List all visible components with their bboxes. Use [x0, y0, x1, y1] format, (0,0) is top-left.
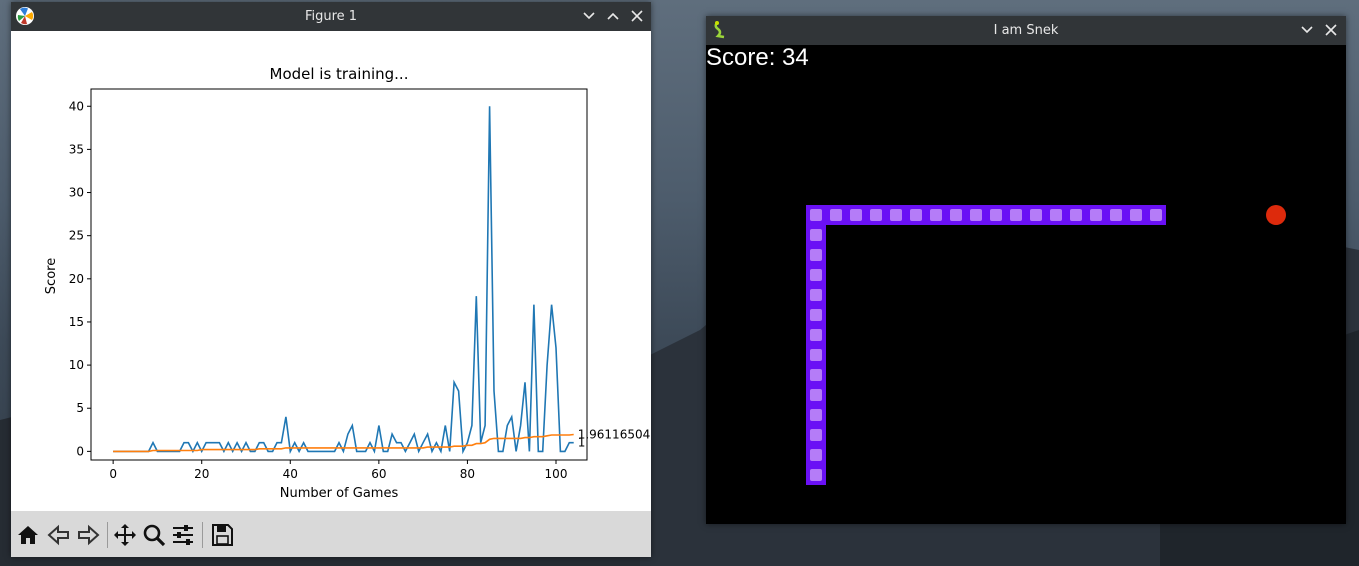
zoom-icon[interactable] [141, 522, 167, 548]
y-tick-label: 15 [69, 315, 84, 329]
snake-segment [886, 205, 906, 225]
plot-frame [90, 88, 588, 461]
save-icon[interactable] [209, 522, 235, 548]
snake-segment [966, 205, 986, 225]
score-line [113, 106, 574, 455]
score-chart: Model is training... Number of Games Sco… [44, 65, 658, 501]
minimize-icon[interactable] [580, 7, 598, 25]
x-tick-label: 100 [545, 467, 568, 481]
snake-segment [1146, 205, 1166, 225]
configure-subplots-icon[interactable] [170, 522, 196, 548]
y-tick-label: 5 [76, 401, 84, 415]
snake-segment [1026, 205, 1046, 225]
close-icon[interactable] [628, 7, 646, 25]
snake-segment [1106, 205, 1126, 225]
pan-icon[interactable] [112, 522, 138, 548]
snake-segment [806, 425, 826, 445]
snake-segment [906, 205, 926, 225]
snake-segment [806, 345, 826, 365]
snake-segment [866, 205, 886, 225]
x-tick-label: 60 [371, 467, 386, 481]
snake-segment [846, 205, 866, 225]
food-apple [1266, 205, 1286, 225]
toolbar-separator [202, 522, 203, 548]
snake-segment [806, 385, 826, 405]
snake-segment [926, 205, 946, 225]
snake-segment [806, 245, 826, 265]
y-tick-label: 0 [76, 444, 84, 458]
navigation-toolbar [11, 511, 651, 557]
minimize-icon[interactable] [1298, 21, 1316, 39]
snake-segment [1086, 205, 1106, 225]
snake-segment [1066, 205, 1086, 225]
plot-area[interactable]: Model is training... Number of Games Sco… [11, 31, 658, 511]
snake-segment [806, 265, 826, 285]
snek-window: I am Snek Score: 34 [706, 16, 1346, 524]
maximize-icon[interactable] [604, 7, 622, 25]
snake-segment [806, 465, 826, 485]
y-tick-label: 35 [69, 142, 84, 156]
figure-window-title: Figure 1 [304, 9, 358, 24]
y-tick-label: 20 [69, 272, 84, 286]
chart-title: Model is training... [270, 65, 409, 83]
x-tick-label: 20 [194, 467, 209, 481]
figure-titlebar[interactable]: Figure 1 [11, 2, 651, 31]
snake-segment [806, 305, 826, 325]
snake-segment [806, 405, 826, 425]
y-axis-label: Score [44, 258, 59, 294]
snake-segment [806, 205, 826, 225]
snake-segment [1006, 205, 1026, 225]
y-tick-label: 30 [69, 186, 84, 200]
x-tick-label: 40 [283, 467, 298, 481]
figure-window: Figure 1 Model is training... Number of … [11, 2, 658, 557]
score-label: Score: 34 [706, 45, 809, 71]
toolbar-separator [107, 522, 108, 548]
x-axis-label: Number of Games [280, 486, 399, 501]
snake-segment [1126, 205, 1146, 225]
snake-segment [806, 325, 826, 345]
data-annotation: 1 [578, 436, 586, 450]
snake-segment [806, 225, 826, 245]
home-icon[interactable] [15, 522, 41, 548]
snake-segment [806, 445, 826, 465]
y-tick-label: 25 [69, 229, 84, 243]
y-tick-label: 10 [69, 358, 84, 372]
back-icon[interactable] [46, 522, 72, 548]
snake-segment [806, 285, 826, 305]
close-icon[interactable] [1322, 21, 1340, 39]
x-tick-label: 80 [460, 467, 475, 481]
forward-icon[interactable] [75, 522, 101, 548]
snake-segment [806, 365, 826, 385]
game-canvas[interactable]: Score: 34 [706, 45, 1346, 524]
snake-segment [1046, 205, 1066, 225]
snake-segment [826, 205, 846, 225]
snek-window-title: I am Snek [993, 23, 1059, 38]
x-tick-label: 0 [109, 467, 117, 481]
snake-segment [986, 205, 1006, 225]
snek-titlebar[interactable]: I am Snek [706, 16, 1346, 45]
snake-segment [946, 205, 966, 225]
y-tick-label: 40 [69, 99, 84, 113]
data-annotation: 1.961165048 [578, 427, 651, 441]
